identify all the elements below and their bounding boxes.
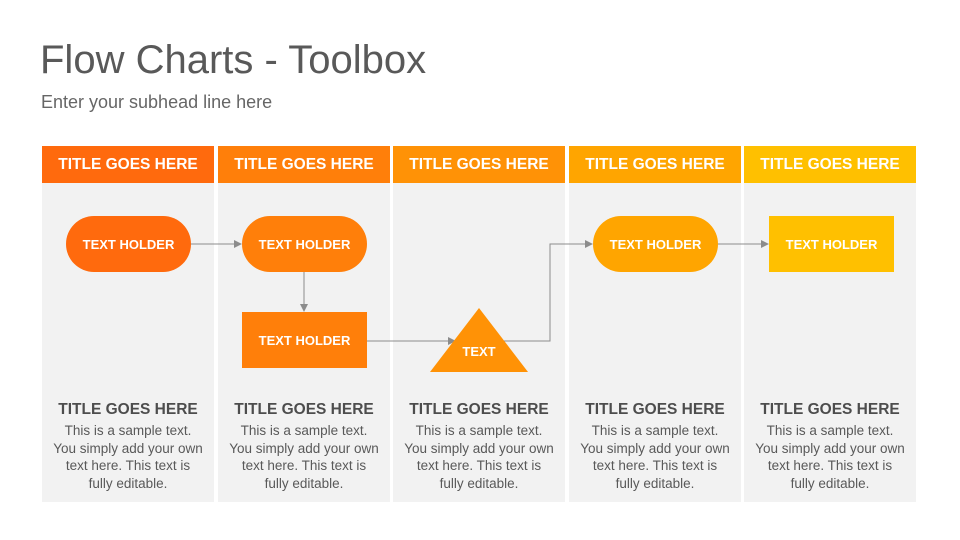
flow-node-start: TEXT HOLDER [66,216,191,272]
decision-label: TEXT [462,344,496,359]
flow-node-decision: TEXT [430,308,528,372]
flow-node-step2: TEXT HOLDER [242,216,367,272]
triangle-shape [430,308,528,372]
flow-node-end: TEXT HOLDER [769,216,894,272]
flow-node-process: TEXT HOLDER [242,312,367,368]
flow-node-step4: TEXT HOLDER [593,216,718,272]
